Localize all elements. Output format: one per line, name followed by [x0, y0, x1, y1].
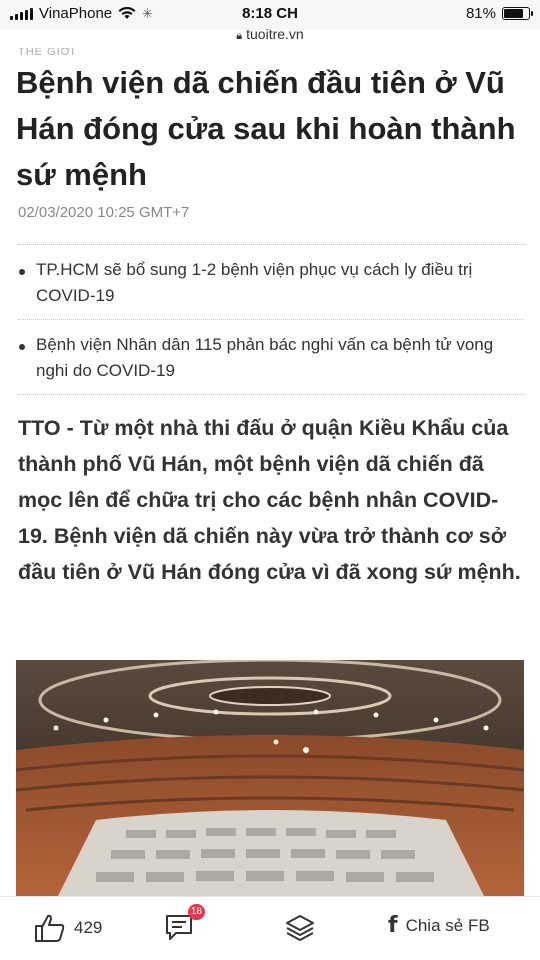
article-title: Bệnh viện dã chiến đầu tiên ở Vũ Hán đón… — [16, 65, 516, 192]
comment-count-badge: 18 — [187, 904, 205, 920]
related-link-text: Bệnh viện Nhân dân 115 phản bác nghi vấn… — [36, 335, 494, 380]
bullet-icon — [19, 344, 25, 350]
battery-fill — [504, 9, 524, 18]
battery-icon — [502, 7, 533, 20]
related-link[interactable]: Bệnh viện Nhân dân 115 phản bác nghi vấn… — [18, 319, 524, 395]
save-button[interactable] — [284, 913, 316, 943]
layers-icon — [286, 915, 314, 941]
address-bar[interactable]: 🔒︎ tuoitre.vn — [0, 26, 540, 43]
like-count: 429 — [74, 918, 103, 937]
bullet-icon — [19, 269, 25, 275]
article-content: THẾ GIỚI Bệnh viện dã chiến đầu tiên ở V… — [0, 48, 540, 898]
share-facebook-button[interactable]: f Chia sẻ FB — [388, 913, 490, 938]
related-link[interactable]: TP.HCM sẽ bổ sung 1-2 bệnh viện phục vụ … — [18, 244, 524, 319]
facebook-icon: f — [388, 913, 398, 938]
related-link-text: TP.HCM sẽ bổ sung 1-2 bệnh viện phục vụ … — [36, 260, 473, 305]
related-links: TP.HCM sẽ bổ sung 1-2 bệnh viện phục vụ … — [18, 244, 524, 395]
arena-hospital-image — [16, 660, 524, 898]
bottom-action-bar: 429 18 f Chia sẻ FB — [0, 896, 540, 960]
status-time: 8:18 CH — [242, 5, 298, 22]
article-lead: TTO - Từ một nhà thi đấu ở quận Kiều Khẩ… — [18, 416, 521, 584]
comment-icon-wrap: 18 — [164, 904, 205, 946]
article-photo[interactable] — [16, 660, 524, 898]
url-text: tuoitre.vn — [246, 26, 304, 42]
share-label: Chia sẻ FB — [405, 915, 490, 935]
article-date: 02/03/2020 10:25 GMT+7 — [18, 204, 190, 221]
comment-button[interactable]: 18 — [164, 904, 205, 946]
article-category[interactable]: THẾ GIỚI — [18, 48, 75, 58]
battery-percent: 81% — [465, 5, 496, 22]
status-right: 81% — [465, 5, 533, 22]
lock-icon: 🔒︎ — [236, 30, 243, 42]
thumbs-up-icon — [35, 914, 65, 942]
like-button[interactable]: 429 — [34, 913, 102, 943]
